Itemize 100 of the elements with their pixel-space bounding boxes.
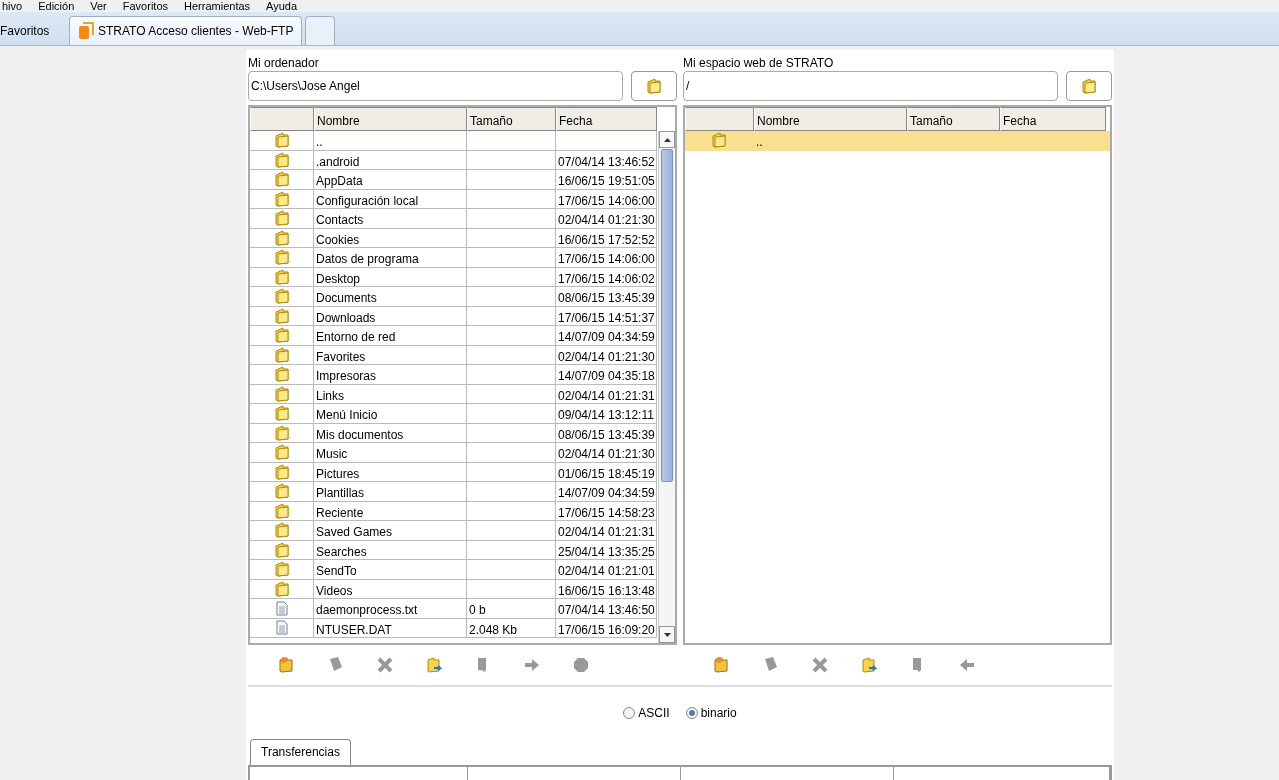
favorites-link[interactable]: Favoritos <box>0 16 66 45</box>
file-row[interactable]: Pictures 01/06/15 18:45:19 <box>250 462 658 482</box>
file-row[interactable]: Desktop 17/06/15 14:06:02 <box>250 267 658 287</box>
file-date: 09/04/14 13:12:11 <box>558 408 654 422</box>
file-row[interactable]: Impresoras 14/07/09 04:35:18 <box>250 365 658 385</box>
file-row[interactable]: Links 02/04/14 01:21:31 <box>250 384 658 404</box>
menu-item[interactable]: Favoritos <box>122 0 169 12</box>
folder-icon <box>274 210 289 227</box>
file-date: 02/04/14 01:21:30 <box>558 349 655 364</box>
file-row[interactable]: Mis documentos 08/06/15 13:45:39 <box>250 423 658 443</box>
file-row[interactable]: Datos de programa 17/06/15 14:06:00 <box>250 248 658 268</box>
path-field[interactable]: / <box>683 71 1058 101</box>
file-row[interactable]: Entorno de red 14/07/09 04:34:59 <box>250 326 658 346</box>
folder-icon <box>647 78 661 94</box>
file-date: 02/04/14 01:21:30 <box>558 213 655 227</box>
file-row[interactable]: Music 02/04/14 01:21:30 <box>250 443 658 463</box>
file-row[interactable]: Configuración local 17/06/15 14:06:00 <box>250 189 658 209</box>
column-header[interactable]: Nombre <box>314 107 467 131</box>
column-header[interactable]: Tamaño <box>907 107 1000 131</box>
file-date: 17/06/15 14:06:00 <box>558 252 655 266</box>
document-icon <box>275 600 288 616</box>
folder-icon <box>274 151 289 168</box>
file-date: 07/04/14 13:46:52 <box>558 154 655 169</box>
file-row[interactable]: Documents 08/06/15 13:45:39 <box>250 287 658 307</box>
header-cell[interactable] <box>250 107 314 131</box>
tab[interactable]: Transferencias <box>250 739 351 765</box>
file-date: 17/06/15 14:06:00 <box>558 193 655 208</box>
folder-icon <box>274 405 289 422</box>
folder-icon <box>274 249 289 266</box>
menu-item[interactable]: hivo <box>2 0 23 12</box>
radio-button[interactable] <box>623 707 636 719</box>
file-row[interactable]: SendTo 02/04/14 01:21:01 <box>250 560 658 580</box>
file-row[interactable]: AppData 16/06/15 19:51:05 <box>250 170 658 190</box>
menu-item[interactable]: Ver <box>90 0 107 12</box>
column-header[interactable]: Nombre <box>754 107 907 131</box>
file-row[interactable]: Downloads 17/06/15 14:51:37 <box>250 306 658 326</box>
file-row[interactable]: .android 07/04/14 13:46:52 <box>250 150 658 170</box>
file-row[interactable]: NTUSER.DAT 2.048 Kb 17/06/15 16:09:20 <box>250 618 658 638</box>
file-row[interactable]: .. <box>685 131 1110 151</box>
file-name: Configuración local <box>316 193 419 208</box>
file-row[interactable]: Plantillas 14/07/09 04:34:59 <box>250 482 658 502</box>
file-name: Reciente <box>316 505 364 520</box>
folder-icon <box>274 580 289 597</box>
file-row[interactable]: .. <box>250 131 658 151</box>
file-date: 01/06/15 18:45:19 <box>558 466 655 481</box>
file-row[interactable]: daemonprocess.txt 0 b 07/04/14 13:46:50 <box>250 599 658 619</box>
menu-item[interactable]: Herramientas <box>184 0 251 12</box>
file-row[interactable]: Reciente 17/06/15 14:58:23 <box>250 501 658 521</box>
path-field[interactable]: C:\Users\Jose Angel <box>248 71 623 101</box>
file-date: 16/06/15 19:51:05 <box>558 174 655 188</box>
file-name: Desktop <box>316 271 361 286</box>
file-date: 17/06/15 14:58:23 <box>558 505 655 520</box>
file-name: Favorites <box>316 349 366 364</box>
file-date: 07/04/14 13:46:50 <box>558 603 655 617</box>
folder-icon <box>274 190 289 207</box>
folder-icon <box>274 288 289 305</box>
file-row[interactable]: Cookies 16/06/15 17:52:52 <box>250 228 658 248</box>
menu-item[interactable]: Ayuda <box>266 0 298 12</box>
folder-icon <box>274 346 289 363</box>
file-date: 14/07/09 04:34:59 <box>558 330 655 344</box>
file-name: SendTo <box>316 564 357 578</box>
file-name: Plantillas <box>316 486 365 500</box>
file-date: 25/04/14 13:35:25 <box>558 544 655 559</box>
browse-button[interactable] <box>1066 71 1112 101</box>
radio-button[interactable] <box>685 707 698 719</box>
file-row[interactable]: Contacts 02/04/14 01:21:30 <box>250 209 658 229</box>
file-date: 16/06/15 17:52:52 <box>558 232 655 247</box>
browse-button[interactable] <box>631 71 677 101</box>
up-arrow-icon[interactable] <box>663 137 671 142</box>
radio-option[interactable]: ASCII <box>623 704 670 722</box>
folder-icon <box>274 268 289 285</box>
file-row[interactable]: Videos 16/06/15 16:13:48 <box>250 579 658 599</box>
header-cell[interactable] <box>685 107 754 131</box>
down-arrow-icon[interactable] <box>663 632 671 637</box>
file-row[interactable]: Saved Games 02/04/14 01:21:31 <box>250 521 658 541</box>
panel-title: Mi ordenador <box>248 55 320 70</box>
file-name: Music <box>316 447 348 461</box>
site-icon <box>78 22 94 40</box>
file-row[interactable]: Searches 25/04/14 13:35:25 <box>250 540 658 560</box>
file-row[interactable]: Favorites 02/04/14 01:21:30 <box>250 345 658 365</box>
file-name: .. <box>316 135 323 149</box>
file-row[interactable]: Menú Inicio 09/04/14 13:12:11 <box>250 404 658 424</box>
new-tab-button[interactable] <box>305 16 336 45</box>
file-size: 0 b <box>469 603 486 617</box>
file-name: NTUSER.DAT <box>316 622 392 637</box>
file-date: 14/07/09 04:34:59 <box>558 486 655 500</box>
column-header[interactable]: Fecha <box>556 107 657 131</box>
file-date: 17/06/15 16:09:20 <box>558 622 655 637</box>
menu-item[interactable]: Edición <box>38 0 75 12</box>
scroll-thumb[interactable] <box>661 149 673 483</box>
column-header[interactable]: Fecha <box>1000 107 1106 131</box>
folder-icon <box>274 522 289 539</box>
file-date: 02/04/14 01:21:01 <box>558 564 655 578</box>
folder-icon <box>274 483 289 500</box>
browser-tab[interactable]: STRATO Acceso clientes - Web-FTP <box>69 16 303 45</box>
column-header[interactable]: Tamaño <box>467 107 556 131</box>
file-name: AppData <box>316 174 363 188</box>
radio-option[interactable]: binario <box>685 704 737 722</box>
scrollbar[interactable] <box>658 131 675 643</box>
folder-icon <box>274 132 289 149</box>
